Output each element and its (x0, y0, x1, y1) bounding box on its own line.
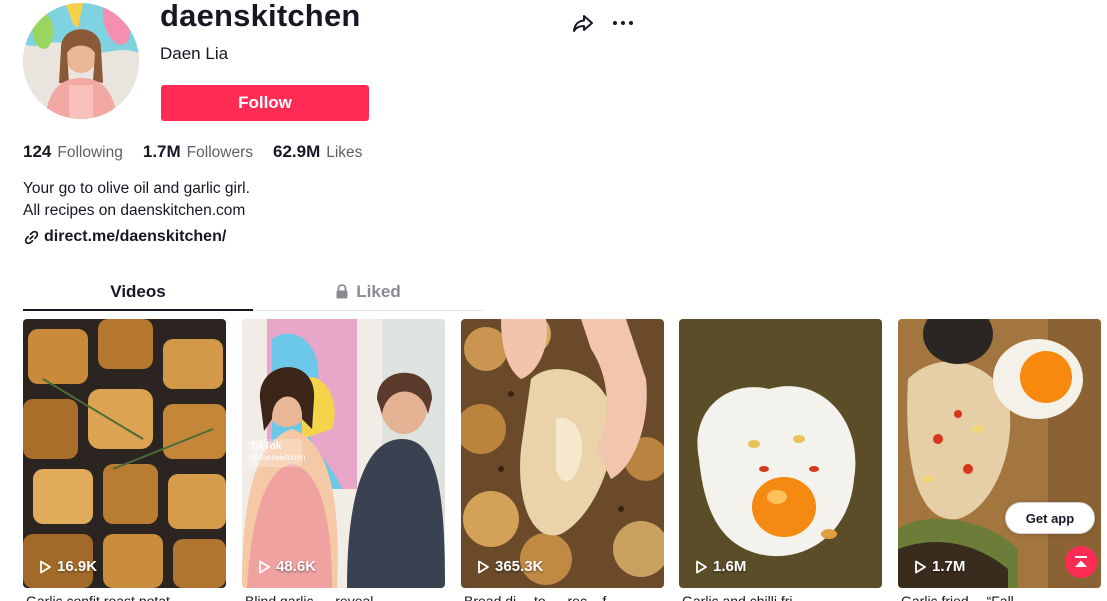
video-views: 1.7M (913, 558, 965, 575)
play-icon (696, 560, 707, 573)
bio-line: Your go to olive oil and garlic girl. (23, 180, 250, 197)
video-card[interactable]: 1.7M (898, 319, 1101, 588)
tab-videos[interactable]: Videos (23, 273, 253, 310)
active-tab-indicator (23, 309, 253, 311)
lock-icon (336, 284, 348, 299)
scroll-top-icon (1075, 556, 1087, 567)
stat-following[interactable]: 124 Following (23, 142, 123, 162)
stat-likes-label: Likes (326, 144, 363, 161)
share-icon[interactable] (571, 11, 595, 35)
stat-followers-value: 1.7M (142, 142, 181, 161)
bio: Your go to olive oil and garlic girl. Al… (23, 178, 250, 222)
video-thumbnail (679, 319, 882, 588)
username: daenskitchen (160, 0, 361, 33)
stat-likes-value: 62.9M (272, 142, 321, 161)
video-grid: 16.9K TikTok @daenskitchen 48.6K 365.3K … (23, 319, 1107, 588)
video-card[interactable]: 365.3K (461, 319, 664, 588)
tab-liked-label: Liked (356, 281, 401, 301)
video-caption[interactable]: Garlic fried… “Fall... (901, 593, 1025, 601)
stat-following-label: Following (57, 144, 123, 161)
stat-following-value: 124 (23, 142, 52, 161)
video-views-count: 48.6K (276, 558, 317, 575)
video-card[interactable]: 16.9K (23, 319, 226, 588)
video-thumbnail (461, 319, 664, 588)
watermark-brand: TikTok (250, 441, 282, 452)
stat-followers-label: Followers (186, 144, 253, 161)
nickname: Daen Lia (160, 44, 229, 63)
profile-link[interactable]: direct.me/daenskitchen/ (24, 228, 226, 246)
follow-button[interactable]: Follow (161, 85, 369, 121)
video-card[interactable]: TikTok @daenskitchen 48.6K (242, 319, 445, 588)
video-views-count: 365.3K (495, 558, 544, 575)
play-icon (478, 560, 489, 573)
video-captions: Garlic confit roast potat... Blind garli… (0, 588, 1107, 601)
video-caption[interactable]: Garlic and chilli fri... (682, 593, 804, 601)
get-app-button[interactable]: Get app (1005, 502, 1095, 534)
video-views-count: 16.9K (57, 558, 98, 575)
stat-likes: 62.9M Likes (273, 142, 362, 162)
profile-tabs: Videos Liked (23, 273, 483, 311)
profile-link-text: direct.me/daenskitchen/ (44, 228, 227, 245)
tab-videos-label: Videos (110, 281, 166, 301)
video-caption[interactable]: Bread di… to … rec... f... (464, 593, 618, 601)
video-views: 365.3K (476, 558, 543, 575)
tiktok-watermark: TikTok @daenskitchen (250, 441, 305, 463)
scroll-top-button[interactable] (1065, 546, 1097, 578)
video-views: 1.6M (694, 558, 746, 575)
stat-followers[interactable]: 1.7M Followers (143, 142, 253, 162)
video-views: 48.6K (257, 558, 316, 575)
watermark-handle: @daenskitchen (250, 453, 306, 462)
bio-line: All recipes on daenskitchen.com (23, 202, 246, 219)
video-caption[interactable]: Blind garlic … reveal... (245, 593, 385, 601)
avatar[interactable] (23, 3, 139, 119)
video-views-count: 1.7M (932, 558, 966, 575)
video-views-count: 1.6M (713, 558, 747, 575)
video-thumbnail (23, 319, 226, 588)
video-card[interactable]: 1.6M (679, 319, 882, 588)
video-thumbnail (898, 319, 1101, 588)
play-icon (259, 560, 270, 573)
tab-liked[interactable]: Liked (253, 273, 483, 310)
play-icon (40, 560, 51, 573)
profile-stats: 124 Following 1.7M Followers 62.9M Likes (23, 142, 382, 162)
link-icon (24, 230, 39, 244)
play-icon (915, 560, 926, 573)
video-caption[interactable]: Garlic confit roast potat... (26, 593, 182, 601)
avatar-image (23, 3, 139, 119)
more-icon[interactable] (611, 14, 635, 32)
video-views: 16.9K (38, 558, 97, 575)
